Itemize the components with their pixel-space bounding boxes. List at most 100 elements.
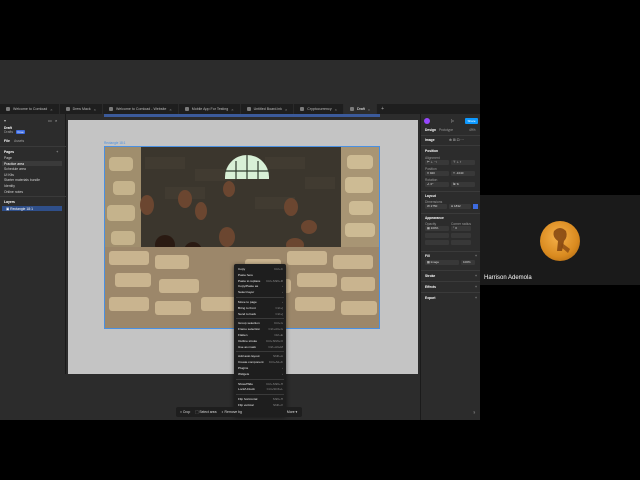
x-input[interactable]: X 920: [425, 171, 449, 176]
menu-item-label: Frame selection: [238, 327, 261, 332]
menu-item-shortcut: ›: [281, 366, 283, 370]
context-menu-item[interactable]: Paste to replace Ctrl+Shift+R: [238, 279, 283, 284]
flip-controls[interactable]: ⇋ ⇅: [451, 182, 475, 187]
close-icon[interactable]: ×: [50, 107, 52, 112]
fill-row[interactable]: ▩ Image: [425, 260, 459, 265]
context-menu-item[interactable]: Add auto layout Shift+A: [238, 354, 283, 359]
context-menu-item[interactable]: Paste here: [238, 273, 283, 278]
browser-tab[interactable]: Mobile App For Testing ×: [179, 104, 241, 114]
page-item[interactable]: Starter materials bundle: [4, 178, 40, 182]
participant-tile[interactable]: Harrison Ademola: [480, 195, 640, 285]
page-item[interactable]: Practice area: [4, 162, 24, 166]
page-item[interactable]: Page: [4, 156, 12, 160]
menu-item-label: Send to back: [238, 311, 257, 316]
browser-tab[interactable]: Cryptocurrency ×: [294, 104, 344, 114]
component-actions-icons[interactable]: ⊕ ⊞ ⊡ ⋯: [449, 138, 464, 142]
add-stroke-icon[interactable]: +: [475, 274, 477, 278]
present-icon[interactable]: ▷: [451, 118, 454, 123]
context-menu-item[interactable]: Create component Ctrl+Alt+K: [238, 360, 283, 365]
add-export-icon[interactable]: +: [475, 296, 477, 300]
zoom-level[interactable]: 49%: [469, 128, 476, 132]
constrain-proportions-icon[interactable]: [473, 204, 478, 209]
effects-heading[interactable]: Effects: [425, 285, 436, 289]
tab-file[interactable]: File: [4, 139, 10, 143]
browser-tab[interactable]: Draft ×: [344, 104, 378, 114]
page-item[interactable]: Identity: [4, 184, 15, 188]
fill-opacity-input[interactable]: 100%: [461, 260, 475, 265]
new-tab-icon[interactable]: +: [377, 106, 388, 112]
crop-button[interactable]: ⌗ Crop: [180, 410, 190, 414]
close-icon[interactable]: ×: [285, 107, 287, 112]
menu-item-shortcut: ›: [281, 300, 283, 304]
context-menu-item[interactable]: Select layer ›: [238, 290, 283, 295]
select-area-button[interactable]: ⬚ Select area: [195, 410, 216, 414]
context-menu-item[interactable]: Flatten Ctrl+E: [238, 333, 283, 338]
context-menu-item[interactable]: Bring to front Ctrl+]: [238, 306, 283, 311]
page-item[interactable]: Online notes: [4, 190, 23, 194]
context-menu-item[interactable]: Plugins ›: [238, 366, 283, 371]
browser-tab[interactable]: Untitled Board.ink ×: [241, 104, 295, 114]
y-input[interactable]: Y -1040: [451, 171, 475, 176]
context-menu-item[interactable]: Outline stroke Ctrl+Shift+O: [238, 339, 283, 344]
menu-item-shortcut: Ctrl+Alt+G: [268, 327, 283, 332]
share-button[interactable]: Share: [465, 118, 478, 124]
chevron-down-icon: ▾: [294, 410, 298, 414]
menu-item-label: Create component: [238, 360, 264, 365]
context-menu-item[interactable]: Show/Hide Ctrl+Shift+H: [238, 382, 283, 387]
add-page-icon[interactable]: +: [56, 150, 60, 154]
context-menu-item[interactable]: Copy Ctrl+C: [238, 267, 283, 272]
close-icon[interactable]: ×: [169, 107, 171, 112]
more-button[interactable]: More ▾: [287, 410, 297, 414]
menu-item-label: Select layer: [238, 290, 255, 295]
add-fill-icon[interactable]: +: [475, 254, 477, 258]
extra-input[interactable]: [425, 240, 449, 245]
opacity-input[interactable]: ▦ 100%: [425, 226, 449, 231]
pages-heading: Pages: [4, 150, 14, 154]
close-icon[interactable]: ×: [94, 107, 96, 112]
width-input[interactable]: W 2750: [425, 204, 447, 209]
context-menu-item[interactable]: Flip horizontal Shift+H: [238, 397, 283, 402]
remove-bg-button[interactable]: ◐ Remove bg: [222, 410, 242, 414]
context-menu-item[interactable]: Lock/Unlock Ctrl+Shift+L: [238, 387, 283, 392]
close-icon[interactable]: ×: [368, 107, 370, 112]
context-menu-item[interactable]: Frame selection Ctrl+Alt+G: [238, 327, 283, 332]
context-menu-item[interactable]: Copy/Paste as ›: [238, 284, 283, 289]
main-menu-icon[interactable]: ▾: [4, 119, 8, 123]
image-heading: Image: [425, 138, 435, 142]
user-avatar[interactable]: [424, 118, 430, 124]
menu-item-label: Group selection: [238, 321, 260, 326]
context-menu-item[interactable]: Use as mask Ctrl+Alt+M: [238, 345, 283, 350]
context-menu-item[interactable]: Group selection Ctrl+G: [238, 321, 283, 326]
context-menu-item[interactable]: Move to page ›: [238, 300, 283, 305]
browser-tab[interactable]: Drew Mack ×: [60, 104, 103, 114]
browser-tab[interactable]: Welcome to Comload ×: [0, 104, 60, 114]
corner-radius-input[interactable]: ⌜ 0: [451, 226, 471, 231]
context-menu-item[interactable]: Send to back Ctrl+[: [238, 312, 283, 317]
page-item[interactable]: Schedule area: [4, 167, 26, 171]
blend-input[interactable]: [425, 233, 449, 238]
close-icon[interactable]: ×: [231, 107, 233, 112]
add-effect-icon[interactable]: +: [475, 285, 477, 289]
alignment-controls-vertical[interactable]: ⊤ ⊥ ⊦: [451, 160, 475, 165]
rotation-input[interactable]: ∠ 0°: [425, 182, 449, 187]
tab-prototype[interactable]: Prototype: [439, 128, 453, 132]
divider: [421, 292, 480, 293]
tab-assets[interactable]: Assets: [14, 139, 24, 143]
height-input[interactable]: H 1832: [449, 204, 471, 209]
frame-label[interactable]: Rectangle 18:1: [104, 141, 125, 145]
page-item[interactable]: UI Kits: [4, 173, 14, 177]
close-icon[interactable]: ×: [335, 107, 337, 112]
help-icon[interactable]: ?: [473, 410, 475, 415]
tab-design[interactable]: Design: [425, 128, 436, 132]
search-icon[interactable]: ⌕: [55, 119, 59, 123]
extra-input-2[interactable]: [451, 240, 471, 245]
stroke-heading[interactable]: Stroke: [425, 274, 435, 278]
browser-tab[interactable]: Welcome to Comload - Website ×: [103, 104, 179, 114]
radius-detail-input[interactable]: [451, 233, 471, 238]
alignment-controls[interactable]: ⊢ ⊥ ⊣: [425, 160, 449, 165]
export-heading[interactable]: Export: [425, 296, 435, 300]
layout-toggle-icon[interactable]: ▭: [48, 119, 52, 123]
context-menu-item[interactable]: Widgets ›: [238, 372, 283, 377]
menu-item-label: Move to page: [238, 300, 257, 304]
plan-badge: Free: [16, 130, 26, 134]
